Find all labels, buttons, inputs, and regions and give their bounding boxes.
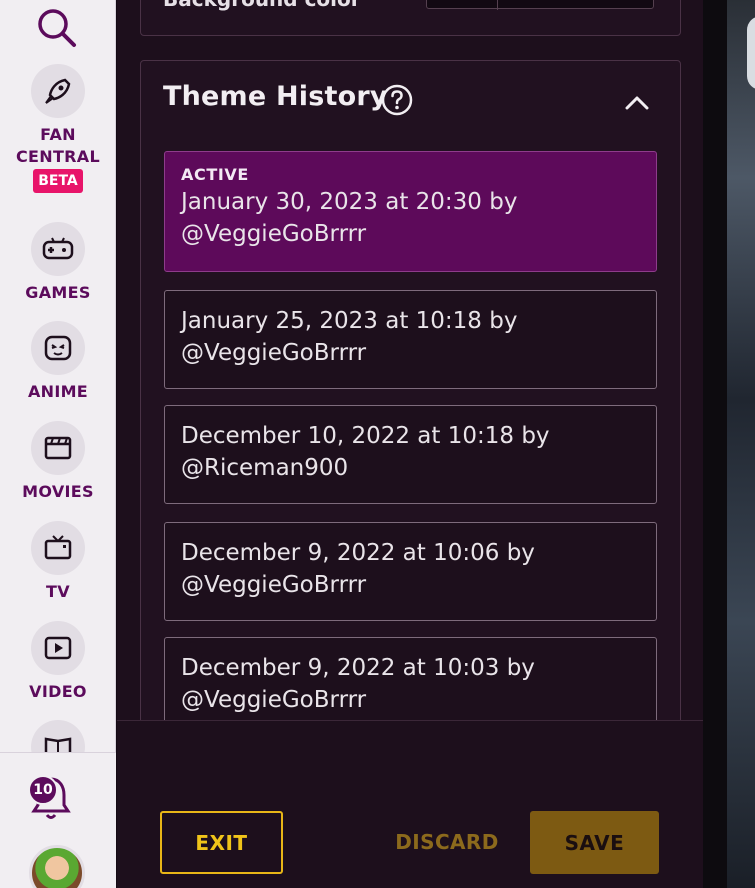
- play-icon: [31, 621, 85, 675]
- nav-item-movies[interactable]: MOVIES: [0, 421, 116, 503]
- background-color-card: Background color: [140, 0, 681, 36]
- history-entry[interactable]: January 25, 2023 at 10:18 by @VeggieGoBr…: [164, 290, 657, 389]
- history-entry-date: December 9, 2022 at 10:06 by: [181, 540, 535, 566]
- background-color-input[interactable]: [426, 0, 654, 10]
- avatar[interactable]: [29, 845, 85, 888]
- nav-label-movies: MOVIES: [22, 482, 94, 501]
- nav-item-fan-central[interactable]: FAN CENTRAL BETA: [0, 64, 116, 193]
- help-icon[interactable]: [381, 84, 413, 116]
- history-entry-author: @VeggieGoBrrrr: [181, 572, 367, 598]
- left-nav: FAN CENTRAL BETA GAMES ANIME MOVIES TV V…: [0, 0, 116, 888]
- history-entry[interactable]: December 10, 2022 at 10:18 by @Riceman90…: [164, 405, 657, 504]
- nav-label-tv: TV: [46, 582, 70, 601]
- beta-badge: BETA: [33, 169, 83, 193]
- tv-icon: [31, 521, 85, 575]
- background-image-preview: [727, 0, 755, 888]
- search-icon[interactable]: [33, 4, 79, 50]
- history-entry-author: @VeggieGoBrrrr: [181, 340, 367, 366]
- discard-button[interactable]: DISCARD: [392, 825, 502, 859]
- history-entry-active[interactable]: ACTIVE January 30, 2023 at 20:30 by @Veg…: [164, 151, 657, 272]
- history-entry[interactable]: December 9, 2022 at 10:06 by @VeggieGoBr…: [164, 522, 657, 621]
- nav-item-video[interactable]: VIDEO: [0, 621, 116, 703]
- nav-item-tv[interactable]: TV: [0, 521, 116, 603]
- history-entry-date: December 9, 2022 at 10:03 by: [181, 655, 535, 681]
- notification-count: 10: [28, 775, 58, 805]
- background-color-label: Background color: [163, 0, 361, 11]
- nav-label-video: VIDEO: [29, 682, 87, 701]
- nav-label-games: GAMES: [25, 283, 91, 302]
- history-entry-author: @VeggieGoBrrrr: [181, 687, 367, 713]
- history-entry-author: @VeggieGoBrrrr: [181, 221, 367, 247]
- exit-button[interactable]: EXIT: [160, 811, 283, 874]
- history-entry-date: January 30, 2023 at 20:30 by: [181, 189, 518, 215]
- rocket-icon: [31, 64, 85, 118]
- active-badge: ACTIVE: [181, 165, 249, 184]
- nav-label-anime: ANIME: [27, 382, 89, 401]
- history-entry-author: @Riceman900: [181, 455, 349, 481]
- nav-item-games[interactable]: GAMES: [0, 222, 116, 304]
- history-entry-date: December 10, 2022 at 10:18 by: [181, 423, 550, 449]
- chevron-up-icon[interactable]: [623, 91, 651, 115]
- gamepad-icon: [31, 222, 85, 276]
- nav-item-anime[interactable]: ANIME: [0, 321, 116, 403]
- theme-history-title: Theme History: [163, 81, 388, 112]
- save-button[interactable]: SAVE: [530, 811, 659, 874]
- clapperboard-icon: [31, 421, 85, 475]
- history-entry-date: January 25, 2023 at 10:18 by: [181, 308, 518, 334]
- anime-face-icon: [31, 321, 85, 375]
- nav-bottom: 10: [0, 752, 116, 888]
- nav-label-fan-central: FAN CENTRAL: [16, 125, 100, 166]
